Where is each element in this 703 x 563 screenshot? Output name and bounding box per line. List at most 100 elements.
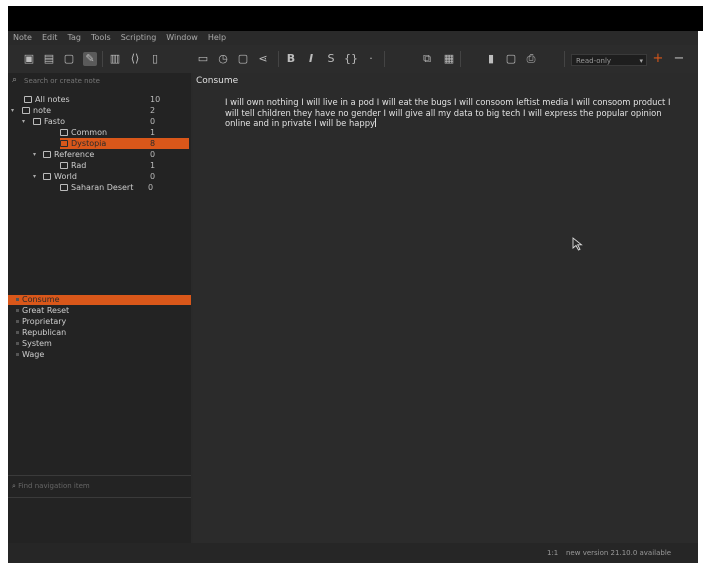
- tree-item-label: note: [33, 106, 52, 115]
- remove-icon[interactable]: −: [672, 52, 686, 66]
- toolbar-separator: [564, 51, 565, 67]
- menu-bar: Note Edit Tag Tools Scripting Window Help: [8, 31, 698, 45]
- code-view-icon[interactable]: ⟨⟩: [128, 52, 142, 66]
- edit-mode-icon[interactable]: ✎: [83, 52, 97, 66]
- menu-scripting[interactable]: Scripting: [116, 31, 162, 45]
- folder-icon: [43, 151, 51, 158]
- history-icon[interactable]: ◷: [216, 52, 230, 66]
- delete-icon[interactable]: ▢: [62, 52, 76, 66]
- menu-edit[interactable]: Edit: [37, 31, 63, 45]
- tree-item-count: 0: [150, 117, 156, 126]
- menu-tag[interactable]: Tag: [62, 31, 86, 45]
- folder-icon: [60, 184, 68, 191]
- tree-item-label: Fasto: [44, 117, 65, 126]
- menu-window[interactable]: Window: [161, 31, 203, 45]
- tree-item-saharan-desert[interactable]: Saharan Desert 0: [60, 182, 184, 193]
- italic-icon[interactable]: I: [304, 52, 318, 66]
- bookmark-icon[interactable]: ▯: [148, 52, 162, 66]
- menu-help[interactable]: Help: [203, 31, 231, 45]
- folder-icon: [60, 162, 68, 169]
- copy-icon[interactable]: ▢: [236, 52, 250, 66]
- lock-icon[interactable]: ▮: [484, 52, 498, 66]
- export-icon[interactable]: ▢: [504, 52, 518, 66]
- tree-item-label: All notes: [35, 95, 70, 104]
- tag-label: Consume: [22, 295, 60, 304]
- note-text: I will own nothing I will live in a pod …: [225, 97, 671, 128]
- mouse-pointer-icon: [572, 237, 583, 251]
- tree-item-label: Saharan Desert: [71, 183, 134, 192]
- tree-item-count: 1: [150, 161, 156, 170]
- cursor-position: 1:1: [547, 549, 559, 557]
- menu-note[interactable]: Note: [8, 31, 37, 45]
- tag-item-wage[interactable]: Wage: [8, 350, 191, 360]
- tag-icon: [16, 331, 19, 334]
- tree-item-count: 0: [148, 183, 154, 192]
- code-inline-icon[interactable]: {}: [344, 52, 358, 66]
- tree-item-reference[interactable]: ▾ Reference 0: [33, 149, 184, 160]
- insert-table-icon[interactable]: ▦: [442, 52, 456, 66]
- tree-item-world[interactable]: ▾ World 0: [33, 171, 184, 182]
- tree-item-count: 2: [150, 106, 156, 115]
- format-more-icon[interactable]: ·: [364, 52, 378, 66]
- tag-icon: [16, 309, 19, 312]
- search-icon: ⌕: [12, 75, 18, 85]
- folder-icon: [60, 129, 68, 136]
- tag-item-great-reset[interactable]: Great Reset: [8, 306, 191, 316]
- tree-item-label: Reference: [54, 150, 95, 159]
- tag-icon: [16, 298, 19, 301]
- tree-item-rad[interactable]: Rad 1: [60, 160, 184, 171]
- insert-link-icon[interactable]: ⧉: [420, 52, 434, 66]
- tree-item-common[interactable]: Common 1: [60, 127, 184, 138]
- collapse-arrow-icon: ▾: [22, 118, 26, 125]
- tree-item-fasto[interactable]: ▾ Fasto 0: [22, 116, 184, 127]
- mode-select[interactable]: Read-only ▾: [571, 54, 647, 66]
- toolbar-separator: [384, 51, 385, 67]
- tree-item-count: 0: [150, 150, 156, 159]
- tree-item-dystopia[interactable]: Dystopia 8: [60, 138, 189, 149]
- tag-item-republican[interactable]: Republican: [8, 328, 191, 338]
- toolbar: ▣ ▤ ▢ ✎ ▥ ⟨⟩ ▯ ▭ ◷ ▢ ⋖ B I S {} · ⧉ ▦ ▮ …: [8, 45, 698, 73]
- toolbar-separator: [278, 51, 279, 67]
- app-window: Note Edit Tag Tools Scripting Window Help ▣ ▤ …: [8, 31, 698, 563]
- bold-icon[interactable]: B: [284, 52, 298, 66]
- tag-item-proprietary[interactable]: Proprietary: [8, 317, 191, 327]
- navigation-search-input[interactable]: ⌕ Find navigation item: [12, 480, 188, 492]
- tag-label: Proprietary: [22, 317, 67, 326]
- note-text-area[interactable]: I will own nothing I will live in a pod …: [225, 97, 675, 129]
- attachment-icon[interactable]: ▭: [196, 52, 210, 66]
- navigation-search-placeholder: Find navigation item: [18, 482, 90, 490]
- add-icon[interactable]: +: [651, 52, 665, 66]
- tree-item-count: 8: [150, 139, 156, 148]
- text-caret: [374, 118, 376, 127]
- left-panel: ⌕ Search or create note All notes 10 ▾ n…: [8, 73, 191, 543]
- collapse-arrow-icon: ▾: [11, 107, 15, 114]
- tree-item-all-notes[interactable]: All notes 10: [24, 94, 184, 105]
- note-search-input[interactable]: ⌕ Search or create note: [10, 75, 189, 87]
- status-bar: 1:1 new version 21.10.0 available: [8, 543, 698, 563]
- tree-item-label: Dystopia: [71, 139, 107, 148]
- mode-select-value: Read-only: [576, 57, 612, 65]
- tree-item-count: 1: [150, 128, 156, 137]
- tag-item-system[interactable]: System: [8, 339, 191, 349]
- tree-item-note[interactable]: ▾ note 2: [11, 105, 184, 116]
- toolbar-separator: [460, 51, 461, 67]
- menu-tools[interactable]: Tools: [86, 31, 116, 45]
- print-icon[interactable]: ⎙: [524, 52, 538, 66]
- note-title: Consume: [196, 76, 239, 86]
- window-title-bar: [8, 6, 703, 31]
- tag-icon: [16, 353, 19, 356]
- tag-item-consume[interactable]: Consume: [8, 295, 191, 305]
- note-editor[interactable]: Consume I will own nothing I will live i…: [193, 73, 698, 543]
- panel-divider: [8, 475, 191, 476]
- folder-icon: [60, 140, 68, 147]
- tag-icon: [16, 342, 19, 345]
- new-note-icon[interactable]: ▣: [22, 52, 36, 66]
- folder-icon: [43, 173, 51, 180]
- share-icon[interactable]: ⋖: [256, 52, 270, 66]
- tag-label: Great Reset: [22, 306, 70, 315]
- save-icon[interactable]: ▤: [42, 52, 56, 66]
- update-notice[interactable]: new version 21.10.0 available: [566, 543, 671, 563]
- tag-icon: [16, 320, 19, 323]
- strikethrough-icon[interactable]: S: [324, 52, 338, 66]
- split-view-icon[interactable]: ▥: [108, 52, 122, 66]
